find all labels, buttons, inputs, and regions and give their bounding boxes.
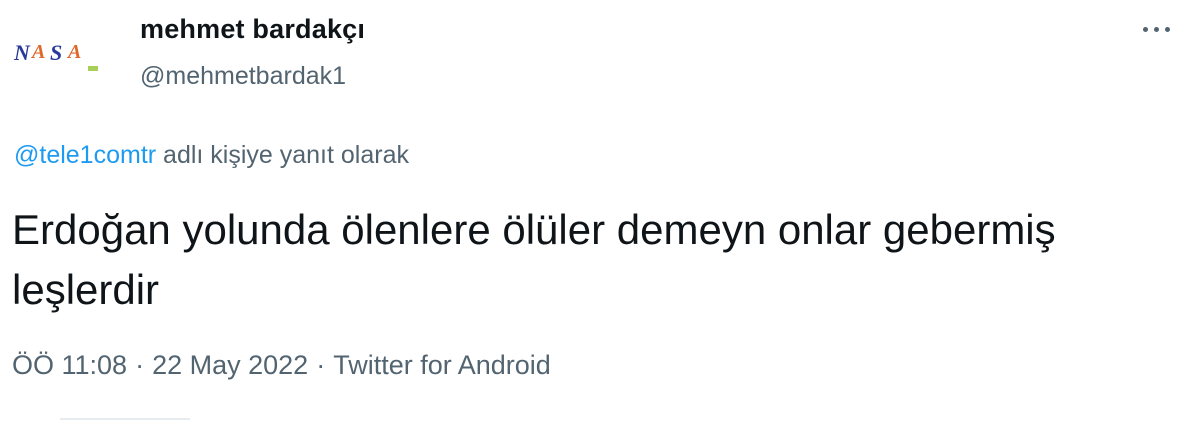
reply-context: @tele1comtr adlı kişiye yanıt olarak bbox=[14, 141, 409, 170]
tweet-time[interactable]: ÖÖ 11:08 bbox=[12, 350, 127, 380]
tweet-source[interactable]: Twitter for Android bbox=[333, 350, 551, 380]
nasa-logo-icon: N A S A bbox=[13, 40, 98, 71]
avatar[interactable]: N A S A bbox=[4, 8, 122, 116]
meta-separator: · bbox=[316, 350, 326, 380]
svg-text:S: S bbox=[50, 40, 62, 65]
reply-context-label: adlı kişiye yanıt olarak bbox=[156, 141, 409, 169]
tweet-text: Erdoğan yolunda ölenlere ölüler demeyn o… bbox=[12, 206, 1056, 313]
tweet-date[interactable]: 22 May 2022 bbox=[152, 350, 308, 380]
more-options-button[interactable] bbox=[1134, 14, 1178, 44]
divider bbox=[60, 418, 190, 420]
author-display-name[interactable]: mehmet bardakçı bbox=[140, 14, 365, 45]
more-horizontal-icon bbox=[1140, 26, 1173, 32]
svg-text:N: N bbox=[13, 40, 31, 65]
svg-text:A: A bbox=[30, 41, 45, 63]
author-handle[interactable]: @mehmetbardak1 bbox=[140, 62, 346, 91]
reply-mention-link[interactable]: @tele1comtr bbox=[14, 141, 156, 169]
tweet-metadata: ÖÖ 11:08 · 22 May 2022 · Twitter for Android bbox=[12, 350, 551, 381]
meta-separator: · bbox=[135, 350, 145, 380]
tweet-card: N A S A mehmet bardakçı @mehmetbardak1 @… bbox=[0, 0, 1200, 433]
svg-text:A: A bbox=[66, 41, 81, 63]
